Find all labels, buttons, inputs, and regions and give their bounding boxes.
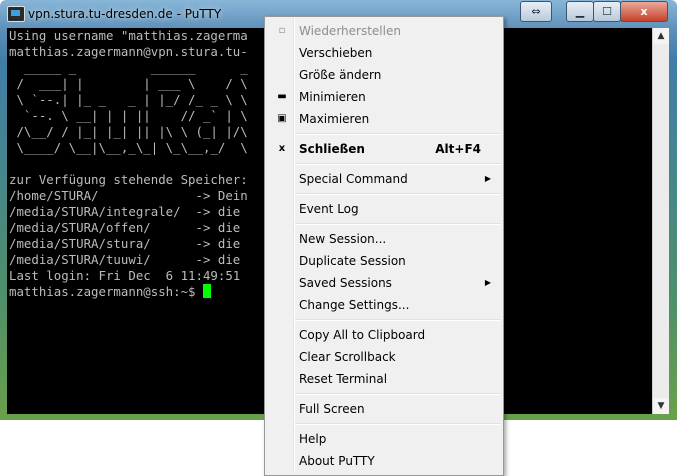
menu-item-about[interactable]: About PuTTY (267, 450, 501, 472)
maximize-icon: ▣ (277, 113, 287, 124)
menu-separator (295, 423, 501, 425)
menu-item-restore[interactable]: ▫ Wiederherstellen (267, 20, 501, 42)
swap-arrows-icon: ⇔ (531, 5, 541, 18)
menu-separator (295, 163, 501, 165)
scroll-up-button[interactable]: ▲ (653, 28, 669, 44)
submenu-arrow-icon: ▶ (484, 278, 491, 287)
minimize-icon: ▬ (277, 91, 287, 102)
minimize-icon: ▁ (575, 5, 585, 18)
menu-item-duplicate-session[interactable]: Duplicate Session (267, 250, 501, 272)
menu-item-close[interactable]: x Schließen Alt+F4 (267, 138, 501, 160)
chevron-down-icon: ▼ (657, 401, 665, 411)
ascii-art-line: / ___| | | ___ \ / \ (9, 76, 248, 91)
menu-item-size[interactable]: Größe ändern (267, 64, 501, 86)
ascii-art-line: /\__/ / |_| |_| || |\ \ (_| |/\ (9, 124, 248, 139)
close-button[interactable]: x (620, 1, 668, 22)
menu-separator (295, 223, 501, 225)
minimize-button[interactable]: ▁ (566, 1, 594, 22)
vertical-scrollbar[interactable]: ▲ ▼ (652, 28, 669, 414)
terminal-output: Using username "matthias.zagerma matthia… (9, 28, 248, 300)
maximize-icon: ☐ (602, 5, 612, 18)
shortcut-label: Alt+F4 (435, 142, 481, 156)
menu-item-reset-terminal[interactable]: Reset Terminal (267, 368, 501, 390)
menu-item-clear-scrollback[interactable]: Clear Scrollback (267, 346, 501, 368)
terminal-line: /home/STURA/ -> Dein (9, 188, 248, 203)
menu-item-saved-sessions[interactable]: Saved Sessions ▶ (267, 272, 501, 294)
menu-item-event-log[interactable]: Event Log (267, 198, 501, 220)
menu-item-special-command[interactable]: Special Command ▶ (267, 168, 501, 190)
shell-prompt: matthias.zagermann@ssh:~$ (9, 284, 203, 299)
terminal-line: /media/STURA/offen/ -> die (9, 220, 241, 235)
menu-separator (295, 133, 501, 135)
terminal-cursor (202, 284, 211, 298)
menu-item-copy-all[interactable]: Copy All to Clipboard (267, 324, 501, 346)
putty-app-icon[interactable] (7, 6, 25, 22)
terminal-line: /media/STURA/tuuwi/ -> die (9, 252, 241, 267)
menu-item-move[interactable]: Verschieben (267, 42, 501, 64)
scroll-down-button[interactable]: ▼ (653, 398, 669, 414)
system-context-menu: ▫ Wiederherstellen Verschieben Größe änd… (264, 16, 504, 476)
maximize-button[interactable]: ☐ (593, 1, 621, 22)
close-icon: x (640, 5, 648, 18)
menu-item-change-settings[interactable]: Change Settings... (267, 294, 501, 316)
ascii-art-line: \ `--.| |_ _ _ | |_/ /_ _ \ \ (9, 92, 248, 107)
menu-item-minimize[interactable]: ▬ Minimieren (267, 86, 501, 108)
close-icon: x (278, 143, 286, 154)
menu-separator (295, 393, 501, 395)
menu-item-maximize[interactable]: ▣ Maximieren (267, 108, 501, 130)
ascii-art-line: _____ _ ______ _ (9, 60, 248, 75)
terminal-line: Last login: Fri Dec 6 11:49:51 (9, 268, 241, 283)
chevron-up-icon: ▲ (657, 31, 665, 41)
menu-separator (295, 193, 501, 195)
menu-item-new-session[interactable]: New Session... (267, 228, 501, 250)
window-title: vpn.stura.tu-dresden.de - PuTTY (28, 7, 222, 21)
menu-separator (295, 319, 501, 321)
terminal-line: matthias.zagermann@vpn.stura.tu- (9, 44, 248, 59)
restore-icon: ▫ (278, 25, 286, 36)
terminal-line: /media/STURA/stura/ -> die (9, 236, 241, 251)
swap-window-button[interactable]: ⇔ (520, 1, 552, 22)
terminal-line: zur Verfügung stehende Speicher: (9, 172, 248, 187)
menu-item-help[interactable]: Help (267, 428, 501, 450)
ascii-art-line: `--. \ __| | | || // _` | \ (9, 108, 248, 123)
terminal-line: Using username "matthias.zagerma (9, 28, 248, 43)
submenu-arrow-icon: ▶ (484, 174, 491, 183)
menu-item-full-screen[interactable]: Full Screen (267, 398, 501, 420)
ascii-art-line: \____/ \__|\__,_\_| \_\__,_/ \ (9, 140, 248, 155)
terminal-line: /media/STURA/integrale/ -> die (9, 204, 241, 219)
